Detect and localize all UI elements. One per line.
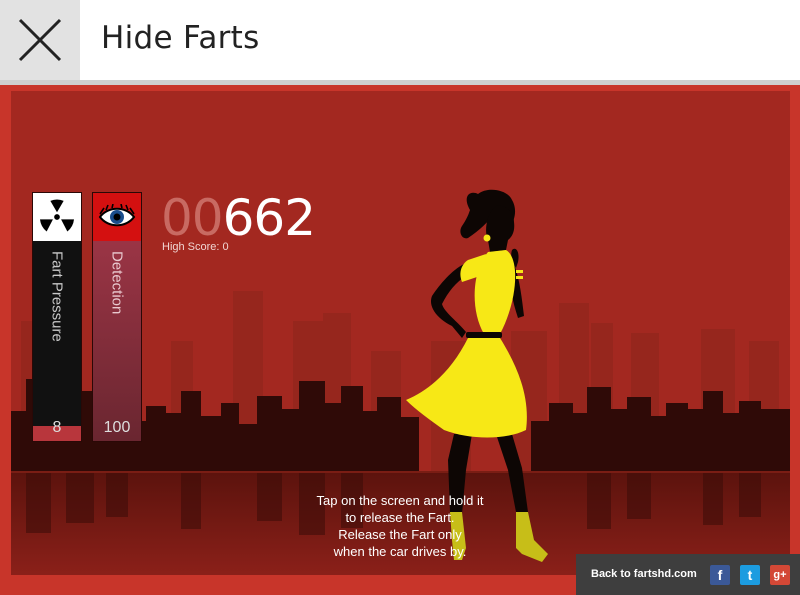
close-button[interactable] [0, 0, 80, 80]
detection-icon-box [93, 193, 141, 241]
instruction-line: Release the Fart only [338, 527, 462, 542]
high-score: High Score: 0 [162, 241, 229, 253]
fart-pressure-value: 8 [52, 419, 62, 436]
google-plus-icon[interactable]: g+ [770, 565, 790, 585]
detection-label: Detection [108, 251, 126, 315]
eye-icon [98, 204, 136, 227]
score-value: 662 [222, 189, 316, 247]
fart-pressure-icon-box [33, 193, 81, 241]
page-title: Hide Farts [101, 20, 260, 56]
detection-value: 100 [103, 419, 131, 436]
footer-bar: Back to fartshd.com f t g+ [576, 554, 800, 595]
radiation-icon [39, 199, 75, 232]
score-display: 00662 [161, 189, 316, 247]
instructions: Tap on the screen and hold it to release… [260, 492, 540, 560]
fart-pressure-label: Fart Pressure [48, 251, 66, 342]
instruction-line: to release the Fart. [345, 510, 455, 525]
close-icon [18, 18, 62, 62]
back-to-site-link[interactable]: Back to fartshd.com [591, 568, 697, 580]
twitter-icon[interactable]: t [740, 565, 760, 585]
fart-pressure-meter: Fart Pressure 8 [32, 192, 82, 442]
facebook-icon[interactable]: f [710, 565, 730, 585]
instruction-line: when the car drives by. [333, 544, 467, 559]
score-padding: 00 [161, 189, 224, 247]
horizon-line [11, 471, 790, 473]
top-bar: Hide Farts [0, 0, 800, 80]
instruction-line: Tap on the screen and hold it [316, 493, 484, 508]
detection-meter: Detection 100 [92, 192, 142, 442]
